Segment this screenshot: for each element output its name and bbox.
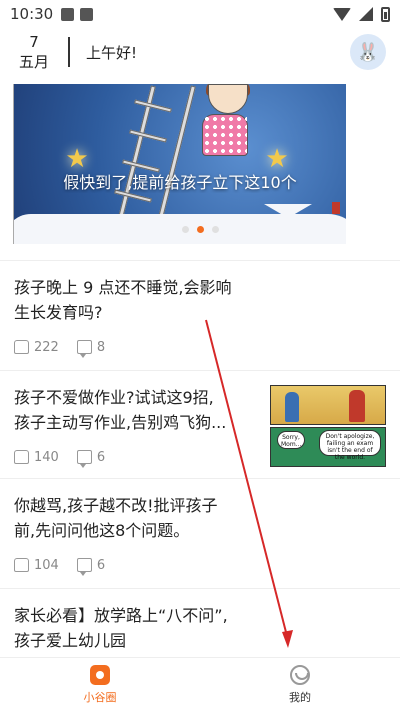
article-title-line: 孩子爱上幼儿园 (14, 631, 127, 650)
profile-icon (290, 664, 310, 685)
article-title-line: 孩子晚上 9 点还不睡觉,会影响 (14, 278, 232, 297)
article-card[interactable]: 你越骂,孩子越不改!批评孩子 前,先问问他这8个问题。 104 6 (0, 478, 400, 588)
comment-icon[interactable] (76, 558, 92, 576)
article-title-line: 孩子不爱做作业?试试这9招, (14, 388, 214, 407)
article-meta: 222 8 (14, 337, 386, 358)
article-title-line: 生长发育吗? (14, 303, 103, 322)
date-day: 7 (29, 33, 39, 51)
dress-pattern (203, 115, 247, 155)
signal-icon (359, 7, 373, 21)
comment-count: 8 (96, 339, 106, 355)
banner-caption: 假快到了,提前给孩子立下这10个 (63, 173, 297, 192)
comic-figure (349, 390, 365, 422)
girl-head (208, 84, 248, 114)
home-icon (90, 664, 110, 685)
bottom-navigation: 小谷圈 我的 (0, 657, 400, 711)
article-card[interactable]: 孩子晚上 9 点还不睡觉,会影响 生长发育吗? 222 8 (0, 260, 400, 370)
comment-icon[interactable] (76, 450, 92, 468)
banner-carousel[interactable]: ★ ★ 假快到了,提前给孩子立下这10个 (13, 84, 346, 244)
seal-stamp (332, 202, 340, 214)
image-notification-icon (61, 7, 75, 21)
article-title-line: 前,先问问他这8个问题。 (14, 521, 190, 540)
banner-girl-illustration (194, 84, 254, 164)
nav-label: 我的 (289, 690, 311, 704)
article-thumbnail: Sorry, Mom... Don't apologize, failing a… (270, 385, 386, 467)
speech-bubble: Don't apologize, failing an exam isn't t… (319, 430, 381, 461)
date-display: 7 五月 (0, 32, 68, 72)
status-time: 10:30 (10, 5, 54, 23)
article-title-line: 孩子主动写作业,告别鸡飞狗... (14, 413, 227, 432)
header-divider (68, 37, 70, 67)
carousel-dot-active (196, 226, 204, 233)
speech-bubble: Sorry, Mom... (277, 431, 305, 449)
nav-tab-mine[interactable]: 我的 (200, 658, 400, 711)
nav-tab-xiaogu-circle[interactable]: 小谷圈 (0, 658, 200, 711)
like-icon[interactable] (14, 558, 29, 572)
wifi-icon (333, 7, 351, 21)
nav-label: 小谷圈 (83, 690, 117, 704)
header: 7 五月 上午好! 🐰 (0, 28, 400, 76)
article-title-line: 家长必看】放学路上“八不问”, (14, 606, 228, 625)
battery-icon (381, 6, 390, 22)
article-title: 孩子不爱做作业?试试这9招, 孩子主动写作业,告别鸡飞狗... (14, 385, 266, 435)
comment-count: 6 (96, 449, 106, 465)
comic-panel-top (270, 385, 386, 425)
comment-icon[interactable] (76, 340, 92, 358)
status-bar: 10:30 (0, 0, 400, 28)
comment-count: 6 (96, 557, 106, 573)
article-title: 孩子晚上 9 点还不睡觉,会影响 生长发育吗? (14, 275, 266, 325)
girl-dress (202, 114, 248, 156)
article-title: 家长必看】放学路上“八不问”, 孩子爱上幼儿园 (14, 603, 274, 653)
article-title-line: 你越骂,孩子越不改!批评孩子 (14, 496, 218, 515)
carousel-dot (211, 226, 219, 233)
article-card[interactable]: 孩子不爱做作业?试试这9招, 孩子主动写作业,告别鸡飞狗... 140 6 So… (0, 370, 400, 478)
like-icon[interactable] (14, 450, 29, 464)
carousel-dot (181, 226, 189, 233)
carousel-indicator (0, 226, 400, 233)
comic-panel-bottom: Sorry, Mom... Don't apologize, failing a… (270, 427, 386, 467)
article-title: 你越骂,孩子越不改!批评孩子 前,先问问他这8个问题。 (14, 493, 266, 543)
article-meta: 104 6 (14, 555, 386, 576)
article-card[interactable]: 家长必看】放学路上“八不问”, 孩子爱上幼儿园 (0, 588, 400, 658)
like-count: 140 (34, 449, 59, 465)
article-feed: 孩子晚上 9 点还不睡觉,会影响 生长发育吗? 222 8 孩子不爱做作业?试试… (0, 260, 400, 658)
like-count: 222 (34, 339, 59, 355)
like-count: 104 (34, 557, 59, 573)
like-icon[interactable] (14, 340, 29, 354)
avatar[interactable]: 🐰 (350, 34, 386, 70)
greeting-text: 上午好! (86, 43, 138, 62)
date-month: 五月 (18, 53, 49, 71)
rabbit-avatar-icon: 🐰 (356, 41, 380, 63)
app-notification-icon (80, 7, 94, 21)
comic-figure (285, 392, 299, 422)
